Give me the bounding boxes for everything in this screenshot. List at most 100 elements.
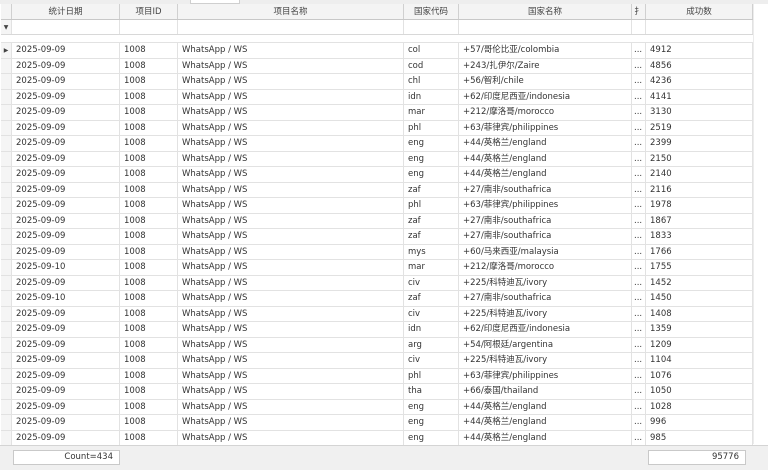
- table-row[interactable]: 2025-09-09 1008 WhatsApp / WS zaf +27/南非/sou…: [1, 229, 753, 245]
- cell-project-name[interactable]: WhatsApp / WS: [178, 368, 404, 383]
- cell-project-name[interactable]: WhatsApp / WS: [178, 151, 404, 166]
- table-row[interactable]: 2025-09-09 1008 WhatsApp / WS zaf +27/南非/sou…: [1, 182, 753, 198]
- cell-country-name[interactable]: +60/马来西亚/malaysia: [459, 244, 632, 259]
- cell-truncated[interactable]: ...: [632, 58, 646, 73]
- cell-truncated[interactable]: ...: [632, 120, 646, 135]
- cell-project-id[interactable]: 1008: [120, 74, 178, 89]
- cell-country-code[interactable]: civ: [404, 353, 459, 368]
- row-indicator[interactable]: [1, 167, 12, 182]
- cell-success-count[interactable]: 1359: [646, 322, 753, 337]
- cell-country-code[interactable]: eng: [404, 399, 459, 414]
- cell-stat-date[interactable]: 2025-09-09: [12, 399, 120, 414]
- cell-truncated[interactable]: ...: [632, 136, 646, 151]
- row-indicator[interactable]: [1, 89, 12, 104]
- cell-project-id[interactable]: 1008: [120, 353, 178, 368]
- cell-project-name[interactable]: WhatsApp / WS: [178, 213, 404, 228]
- table-row[interactable]: 2025-09-09 1008 WhatsApp / WS idn +62/印度尼西亚/…: [1, 89, 753, 105]
- table-row[interactable]: 2025-09-09 1008 WhatsApp / WS civ +225/科特迪瓦/…: [1, 306, 753, 322]
- cell-project-name[interactable]: WhatsApp / WS: [178, 291, 404, 306]
- cell-success-count[interactable]: 4236: [646, 74, 753, 89]
- cell-project-name[interactable]: WhatsApp / WS: [178, 43, 404, 58]
- cell-project-name[interactable]: WhatsApp / WS: [178, 244, 404, 259]
- row-indicator[interactable]: [1, 229, 12, 244]
- cell-project-id[interactable]: 1008: [120, 306, 178, 321]
- row-indicator[interactable]: [1, 198, 12, 213]
- table-row[interactable]: 2025-09-09 1008 WhatsApp / WS cod +243/扎伊尔/Z…: [1, 58, 753, 74]
- row-indicator[interactable]: [1, 353, 12, 368]
- cell-country-name[interactable]: +225/科特迪瓦/ivory: [459, 306, 632, 321]
- table-row[interactable]: 2025-09-09 1008 WhatsApp / WS mar +212/摩洛哥/m…: [1, 105, 753, 121]
- cell-country-code[interactable]: eng: [404, 167, 459, 182]
- cell-country-code[interactable]: phl: [404, 368, 459, 383]
- table-row[interactable]: 2025-09-09 1008 WhatsApp / WS mys +60/马来西亚/m…: [1, 244, 753, 260]
- cell-stat-date[interactable]: 2025-09-09: [12, 415, 120, 430]
- filter-cell-date[interactable]: [12, 20, 120, 34]
- cell-country-code[interactable]: zaf: [404, 182, 459, 197]
- cell-project-id[interactable]: 1008: [120, 430, 178, 445]
- row-indicator[interactable]: [1, 430, 12, 445]
- cell-country-name[interactable]: +44/英格兰/england: [459, 167, 632, 182]
- cell-project-id[interactable]: 1008: [120, 43, 178, 58]
- cell-project-id[interactable]: 1008: [120, 151, 178, 166]
- cell-stat-date[interactable]: 2025-09-09: [12, 430, 120, 445]
- cell-country-name[interactable]: +66/泰国/thailand: [459, 384, 632, 399]
- cell-project-name[interactable]: WhatsApp / WS: [178, 275, 404, 290]
- table-row[interactable]: 2025-09-09 1008 WhatsApp / WS eng +44/英格兰/en…: [1, 399, 753, 415]
- cell-country-name[interactable]: +44/英格兰/england: [459, 399, 632, 414]
- cell-project-name[interactable]: WhatsApp / WS: [178, 229, 404, 244]
- cell-stat-date[interactable]: 2025-09-09: [12, 275, 120, 290]
- cell-country-name[interactable]: +62/印度尼西亚/indonesia: [459, 89, 632, 104]
- row-indicator[interactable]: [1, 58, 12, 73]
- column-header-date[interactable]: 统计日期: [12, 4, 120, 19]
- row-indicator[interactable]: [1, 182, 12, 197]
- cell-country-code[interactable]: mar: [404, 260, 459, 275]
- cell-country-code[interactable]: zaf: [404, 229, 459, 244]
- cell-project-id[interactable]: 1008: [120, 399, 178, 414]
- cell-success-count[interactable]: 2140: [646, 167, 753, 182]
- row-indicator[interactable]: [1, 151, 12, 166]
- row-indicator[interactable]: [1, 415, 12, 430]
- cell-stat-date[interactable]: 2025-09-09: [12, 322, 120, 337]
- cell-country-name[interactable]: +243/扎伊尔/Zaire: [459, 58, 632, 73]
- cell-project-name[interactable]: WhatsApp / WS: [178, 399, 404, 414]
- cell-country-name[interactable]: +56/智利/chile: [459, 74, 632, 89]
- table-row[interactable]: 2025-09-09 1008 WhatsApp / WS civ +225/科特迪瓦/…: [1, 353, 753, 369]
- column-header-project-id[interactable]: 项目ID: [120, 4, 178, 19]
- column-header-country-code[interactable]: 国家代码: [404, 4, 459, 19]
- cell-truncated[interactable]: ...: [632, 89, 646, 104]
- column-header-truncated[interactable]: 扌: [632, 4, 646, 19]
- cell-country-name[interactable]: +27/南非/southafrica: [459, 213, 632, 228]
- cell-country-code[interactable]: chl: [404, 74, 459, 89]
- cell-success-count[interactable]: 2116: [646, 182, 753, 197]
- cell-country-code[interactable]: eng: [404, 430, 459, 445]
- table-row[interactable]: 2025-09-09 1008 WhatsApp / WS arg +54/阿根廷/ar…: [1, 337, 753, 353]
- cell-truncated[interactable]: ...: [632, 260, 646, 275]
- cell-country-name[interactable]: +225/科特迪瓦/ivory: [459, 353, 632, 368]
- cell-truncated[interactable]: ...: [632, 151, 646, 166]
- filter-cell-country-name[interactable]: [459, 20, 632, 34]
- cell-project-id[interactable]: 1008: [120, 229, 178, 244]
- column-header-success-count[interactable]: 成功数: [646, 4, 753, 19]
- cell-country-name[interactable]: +44/英格兰/england: [459, 415, 632, 430]
- table-row[interactable]: 2025-09-09 1008 WhatsApp / WS eng +44/英格兰/en…: [1, 430, 753, 446]
- cell-country-code[interactable]: eng: [404, 151, 459, 166]
- cell-project-name[interactable]: WhatsApp / WS: [178, 74, 404, 89]
- cell-project-id[interactable]: 1008: [120, 260, 178, 275]
- cell-stat-date[interactable]: 2025-09-09: [12, 306, 120, 321]
- filter-cell-success-count[interactable]: [646, 20, 753, 34]
- cell-project-name[interactable]: WhatsApp / WS: [178, 120, 404, 135]
- cell-project-id[interactable]: 1008: [120, 89, 178, 104]
- cell-stat-date[interactable]: 2025-09-09: [12, 229, 120, 244]
- cell-stat-date[interactable]: 2025-09-10: [12, 260, 120, 275]
- row-indicator[interactable]: [1, 260, 12, 275]
- row-indicator[interactable]: [1, 322, 12, 337]
- cell-country-name[interactable]: +63/菲律宾/philippines: [459, 368, 632, 383]
- cell-stat-date[interactable]: 2025-09-09: [12, 43, 120, 58]
- cell-success-count[interactable]: 4141: [646, 89, 753, 104]
- cell-project-name[interactable]: WhatsApp / WS: [178, 306, 404, 321]
- cell-project-id[interactable]: 1008: [120, 368, 178, 383]
- cell-truncated[interactable]: ...: [632, 275, 646, 290]
- row-indicator[interactable]: [1, 368, 12, 383]
- row-indicator[interactable]: [1, 399, 12, 414]
- row-indicator[interactable]: [1, 337, 12, 352]
